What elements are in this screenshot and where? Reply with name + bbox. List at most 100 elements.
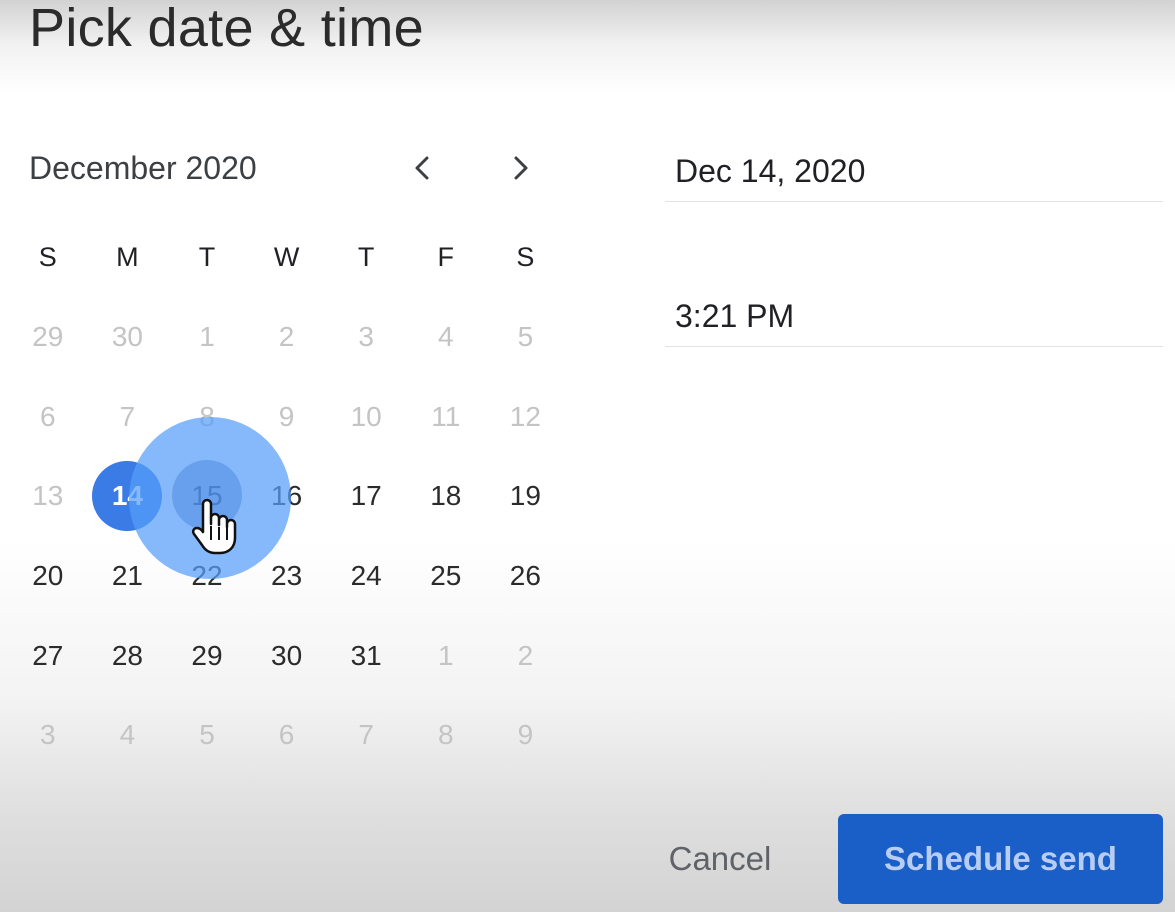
month-label: December 2020 (29, 150, 257, 186)
calendar-day-number: 19 (509, 480, 541, 512)
calendar-day[interactable]: 3 (326, 297, 406, 377)
calendar-day-number: 31 (350, 639, 382, 671)
calendar-day-number: 2 (278, 320, 295, 352)
calendar-day-number: 26 (509, 559, 541, 591)
calendar-day-number: 28 (111, 639, 143, 671)
calendar-day[interactable]: 1 (406, 616, 486, 696)
calendar-day-number: 21 (111, 559, 143, 591)
calendar-day[interactable]: 5 (167, 695, 247, 775)
calendar-day-number: 3 (40, 719, 56, 751)
calendar-day[interactable]: 4 (88, 695, 168, 775)
calendar-day-number: 30 (271, 639, 303, 671)
calendar-day-number: 25 (430, 559, 462, 591)
weekday-label: M (116, 242, 139, 272)
calendar-day-number: 23 (271, 559, 303, 591)
calendar-day[interactable]: 6 (8, 377, 88, 457)
chevron-left-icon (415, 156, 429, 180)
calendar-day[interactable]: 17 (326, 456, 406, 536)
calendar-day[interactable]: 10 (326, 377, 406, 457)
calendar-day-number: 4 (119, 719, 136, 751)
calendar-day[interactable]: 4 (406, 297, 486, 377)
calendar-day[interactable]: 23 (247, 536, 327, 616)
date-field[interactable]: Dec 14, 2020 (665, 151, 1163, 202)
weekday-label: T (357, 242, 375, 272)
calendar-day[interactable]: 5 (486, 297, 566, 377)
calendar-day-number: 9 (278, 400, 295, 432)
calendar-day-number: 18 (430, 480, 462, 512)
calendar-day[interactable]: 3 (8, 695, 88, 775)
calendar-day-number: 30 (111, 320, 143, 352)
calendar-day-number: 1 (437, 639, 454, 671)
weekday-label: S (516, 242, 535, 272)
calendar-day[interactable]: 24 (326, 536, 406, 616)
calendar-day[interactable]: 20 (8, 536, 88, 616)
calendar-day[interactable]: 18 (406, 456, 486, 536)
calendar-day-number: 20 (32, 559, 64, 591)
calendar-day-number: 7 (358, 719, 374, 751)
calendar-days-grid: 29 30 1 2 3 4 5 6 7 8 9 10 11 12 13 14 15 16 17 18 19 20 21 22 2… (8, 297, 565, 775)
weekday-header: S M T W T F S (8, 218, 565, 297)
calendar-day-number: 11 (431, 400, 461, 432)
weekday-label: F (437, 242, 455, 272)
calendar-day-number: 13 (32, 480, 64, 512)
next-month-button[interactable] (501, 148, 541, 188)
calendar-day[interactable]: 31 (326, 616, 406, 696)
calendar-day-number: 8 (437, 719, 454, 751)
calendar-day[interactable]: 30 (247, 616, 327, 696)
calendar-day[interactable]: 9 (486, 695, 566, 775)
calendar-day[interactable]: 12 (486, 377, 566, 457)
calendar-day[interactable]: 6 (247, 695, 327, 775)
calendar-day[interactable]: 19 (486, 456, 566, 536)
calendar-day[interactable]: 26 (486, 536, 566, 616)
calendar-day[interactable]: 21 (88, 536, 168, 616)
schedule-send-dialog: Pick date & time December 2020 S M T W T… (0, 0, 1175, 912)
calendar-day[interactable]: 29 (8, 297, 88, 377)
calendar-day-number: 17 (350, 480, 382, 512)
calendar-day-number: 6 (278, 719, 295, 751)
weekday-label: W (273, 242, 300, 272)
calendar-day[interactable]: 28 (88, 616, 168, 696)
calendar-day[interactable]: 27 (8, 616, 88, 696)
calendar-day-number: 2 (517, 639, 534, 671)
date-field-value: Dec 14, 2020 (675, 153, 866, 189)
calendar-day-number: 27 (32, 639, 64, 671)
calendar-day-number: 29 (32, 320, 64, 352)
hand-pointer-icon (191, 498, 237, 555)
calendar-day-number: 1 (199, 320, 215, 352)
calendar-day-number: 5 (199, 719, 215, 751)
calendar-day-number: 22 (191, 559, 223, 591)
calendar-day[interactable]: 8 (167, 377, 247, 457)
chevron-right-icon (514, 156, 528, 180)
calendar-day-number: 16 (271, 480, 303, 512)
calendar-day[interactable]: 2 (247, 297, 327, 377)
calendar-day-selected[interactable]: 14 (88, 456, 168, 536)
dialog-title: Pick date & time (29, 0, 424, 58)
calendar-day-number: 8 (199, 400, 215, 432)
calendar-day[interactable]: 13 (8, 456, 88, 536)
calendar-day[interactable]: 9 (247, 377, 327, 457)
calendar-day-number: 14 (111, 480, 143, 512)
calendar-day[interactable]: 2 (486, 616, 566, 696)
calendar-day[interactable]: 25 (406, 536, 486, 616)
calendar-day[interactable]: 29 (167, 616, 247, 696)
schedule-send-button[interactable]: Schedule send (838, 814, 1163, 904)
cancel-button[interactable]: Cancel (640, 824, 800, 894)
weekday-label: T (198, 242, 216, 272)
calendar-day[interactable]: 7 (88, 377, 168, 457)
calendar: S M T W T F S 29 30 1 2 3 4 5 6 7 8 9 10 11 12 13 14 15 1… (8, 218, 565, 775)
previous-month-button[interactable] (402, 148, 442, 188)
calendar-day-number: 3 (358, 320, 374, 352)
calendar-day[interactable]: 30 (88, 297, 168, 377)
weekday-label: S (38, 242, 57, 272)
calendar-day[interactable]: 1 (167, 297, 247, 377)
calendar-day[interactable]: 11 (406, 377, 486, 457)
calendar-day[interactable]: 7 (326, 695, 406, 775)
calendar-day-number: 9 (517, 719, 534, 751)
calendar-day-number: 6 (40, 400, 56, 432)
calendar-day[interactable]: 16 (247, 456, 327, 536)
calendar-day-number: 4 (437, 320, 454, 352)
calendar-day-number: 5 (517, 320, 534, 352)
calendar-day-number: 12 (509, 400, 541, 432)
calendar-day[interactable]: 8 (406, 695, 486, 775)
time-field[interactable]: 3:21 PM (665, 296, 1163, 347)
